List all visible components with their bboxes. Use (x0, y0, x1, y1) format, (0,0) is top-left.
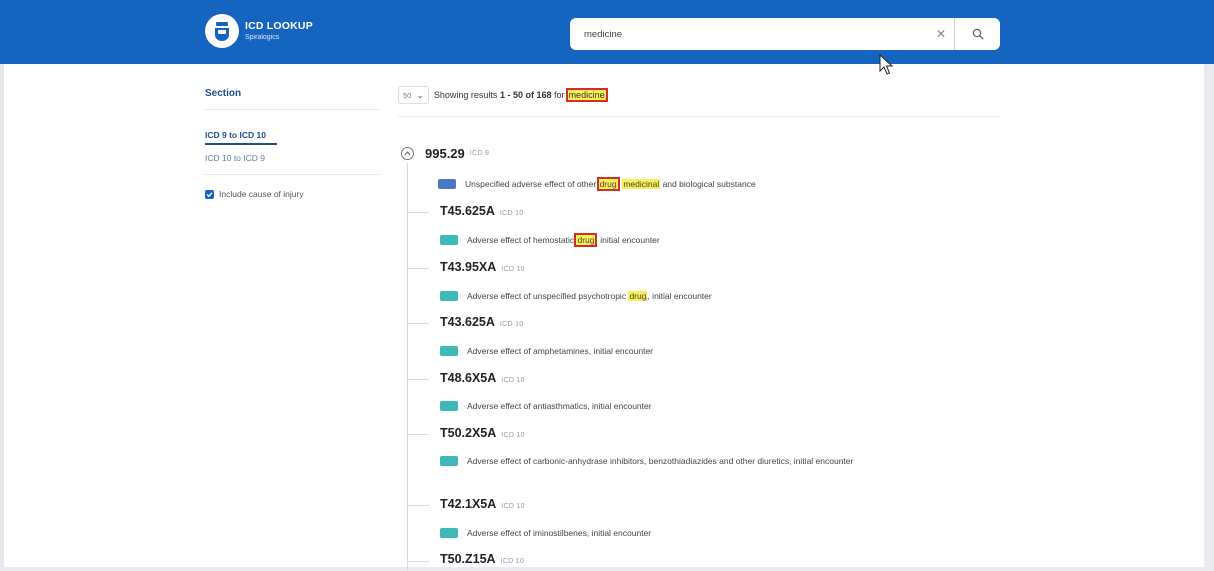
mouse-cursor-icon (878, 53, 894, 81)
summary-of: of (525, 90, 534, 100)
include-cause-checkbox[interactable] (205, 189, 214, 199)
result-code: T50.2X5A (440, 426, 497, 440)
result-code-type: ICD 10 (501, 377, 525, 384)
search-button[interactable] (954, 18, 1000, 50)
result-code-type: ICD 10 (500, 558, 525, 565)
desc-highlight-box: drug (574, 233, 598, 247)
desc-highlight: medicinal (622, 179, 661, 189)
tree-branch (407, 505, 429, 506)
result-code-row[interactable]: T43.625A ICD 10 (440, 315, 524, 329)
collapse-icon[interactable] (401, 147, 414, 160)
clear-search-button[interactable]: ✕ (928, 18, 954, 50)
logo-title: ICD LOOKUP (245, 20, 313, 33)
desc-text: Adverse effect of antiasthmatics, initia… (467, 401, 652, 411)
per-page-value: 50 (403, 90, 412, 100)
result-description: Adverse effect of amphetamines, initial … (440, 343, 653, 359)
result-code-type: ICD 10 (499, 321, 524, 328)
scrollbar-track[interactable] (1204, 0, 1214, 571)
top-header: ICD LOOKUP Spiralogics ✕ (0, 0, 1214, 64)
result-code-row[interactable]: T48.6X5A ICD 10 (440, 371, 525, 385)
sidebar-link-icd9-to-icd10[interactable]: ICD 9 to ICD 10 (205, 130, 277, 145)
results-panel: 50 ⌄ Showing results 1 - 50 of 168 for me… (398, 86, 1000, 117)
result-code-row[interactable]: T45.625A ICD 10 (440, 204, 524, 218)
logo-subtitle: Spiralogics (245, 33, 280, 41)
result-code: T43.95XA (440, 260, 497, 274)
result-code: T50.Z15A (440, 552, 496, 566)
sidebar-divider (205, 174, 380, 175)
tree-branch (407, 379, 429, 380)
result-code-row[interactable]: T50.Z15A ICD 10 (440, 552, 524, 566)
result-code-row[interactable]: T43.95XA ICD 10 (440, 260, 525, 274)
desc-highlight-box: drug (596, 177, 620, 191)
result-description: Adverse effect of unspecified psychotrop… (440, 288, 712, 304)
root-code-row[interactable]: 995.29 ICD 9 (401, 146, 489, 161)
close-icon: ✕ (935, 27, 947, 41)
icd10-badge (440, 401, 458, 411)
tree-branch (407, 268, 429, 269)
window-frame-left (0, 0, 4, 571)
checkmark-icon (206, 191, 213, 197)
per-page-select[interactable]: 50 ⌄ (398, 86, 429, 104)
result-description: Adverse effect of carbonic-anhydrase inh… (440, 453, 853, 469)
icd10-badge (440, 456, 458, 466)
desc-highlight: drug (628, 291, 648, 301)
icd10-badge (440, 235, 458, 245)
summary-for: for (554, 90, 565, 100)
logo-icon (205, 14, 239, 48)
desc-text: Unspecified adverse effect of other (465, 179, 599, 189)
result-code-row[interactable]: T50.2X5A ICD 10 (440, 426, 525, 440)
desc-text: and biological substance (660, 179, 756, 189)
icd10-badge (440, 346, 458, 356)
tree-branch (407, 434, 429, 435)
root-code: 995.29 (425, 146, 465, 161)
include-cause-label: Include cause of injury (219, 189, 304, 199)
desc-text: , initial encounter (595, 235, 660, 245)
result-code-type: ICD 10 (499, 210, 524, 217)
tree-connector-line (407, 163, 408, 571)
desc-text: , initial encounter (647, 291, 712, 301)
desc-text: Adverse effect of hemostatic (467, 235, 577, 245)
section-heading: Section (205, 88, 380, 110)
sidebar-link-icd10-to-icd9[interactable]: ICD 10 to ICD 9 (205, 153, 380, 163)
result-description: Adverse effect of hemostatic drug, initi… (440, 232, 660, 248)
desc-text: Adverse effect of amphetamines, initial … (467, 346, 654, 356)
desc-text: Adverse effect of iminostilbenes, initia… (467, 528, 652, 538)
tree-branch (407, 561, 429, 562)
result-code: T45.625A (440, 204, 495, 218)
result-description: Adverse effect of antiasthmatics, initia… (440, 398, 652, 414)
results-summary: Showing results 1 - 50 of 168 for medicin… (433, 88, 608, 102)
sidebar: Section ICD 9 to ICD 10 ICD 10 to ICD 9 … (205, 88, 380, 199)
result-code-row[interactable]: T42.1X5A ICD 10 (440, 497, 525, 511)
app-logo[interactable]: ICD LOOKUP Spiralogics (205, 14, 313, 48)
search-input[interactable] (570, 18, 928, 50)
tree-branch (407, 212, 429, 213)
result-description: Adverse effect of iminostilbenes, initia… (440, 525, 651, 541)
result-code: T42.1X5A (440, 497, 497, 511)
result-code-type: ICD 10 (501, 503, 525, 510)
result-code: T48.6X5A (440, 371, 497, 385)
results-summary-bar: 50 ⌄ Showing results 1 - 50 of 168 for me… (398, 86, 1000, 117)
desc-text: Adverse effect of carbonic-anhydrase inh… (467, 456, 854, 466)
result-code-type: ICD 10 (501, 432, 525, 439)
result-code: T43.625A (440, 315, 495, 329)
window-frame-bottom (0, 567, 1214, 571)
icd10-badge (440, 291, 458, 301)
desc-text: Adverse effect of unspecified psychotrop… (467, 291, 629, 301)
include-cause-checkbox-row[interactable]: Include cause of injury (205, 189, 380, 199)
icd9-badge (438, 179, 456, 189)
summary-total: 168 (536, 90, 552, 100)
chevron-down-icon: ⌄ (416, 89, 424, 100)
search-bar: ✕ (570, 18, 1000, 50)
summary-range: 1 - 50 (499, 90, 523, 100)
icd10-badge (440, 528, 458, 538)
tree-branch (407, 323, 429, 324)
result-code-type: ICD 10 (501, 266, 525, 273)
root-description: Unspecified adverse effect of other drug… (438, 176, 756, 192)
search-icon (972, 28, 984, 40)
summary-prefix: Showing results (433, 90, 498, 100)
query-highlight: medicine (565, 88, 608, 102)
root-code-type: ICD 9 (469, 150, 490, 157)
